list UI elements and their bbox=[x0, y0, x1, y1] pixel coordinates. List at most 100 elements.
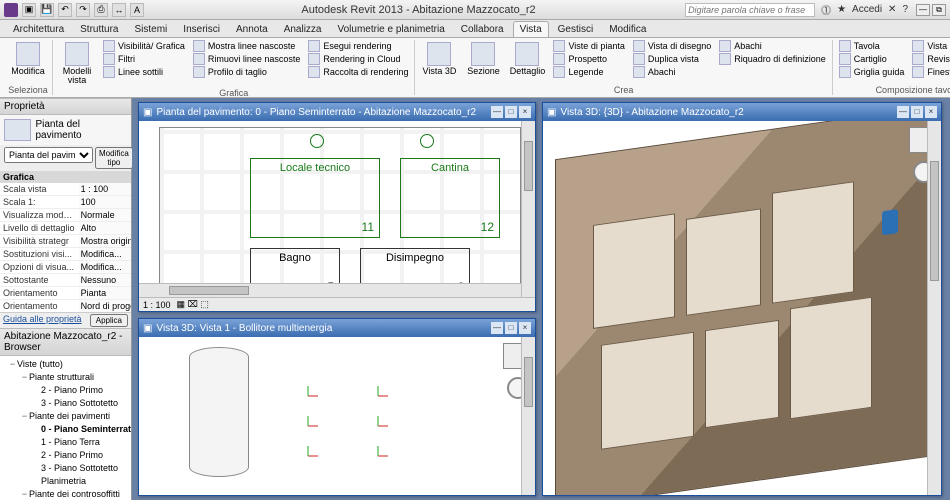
favorite-icon[interactable]: ★ bbox=[837, 4, 846, 15]
tab-struttura[interactable]: Struttura bbox=[73, 21, 125, 37]
ribbon-item[interactable]: Prospetto bbox=[551, 53, 626, 65]
view-status-bar[interactable]: 1 : 100▦ ⌧ ⬚ bbox=[139, 297, 535, 311]
ribbon-item[interactable]: Viste di pianta bbox=[551, 40, 626, 52]
minimize-button[interactable]: — bbox=[916, 4, 930, 16]
qat-undo-icon[interactable]: ↶ bbox=[58, 3, 72, 17]
view-window-3d-main[interactable]: ▣ Vista 3D: {3D} - Abitazione Mazzocato_… bbox=[542, 102, 942, 496]
ribbon-item[interactable]: Visibilità/ Grafica bbox=[101, 40, 187, 52]
subscription-icon[interactable]: ⓵ bbox=[821, 2, 831, 17]
qat-print-icon[interactable]: ⎙ bbox=[94, 3, 108, 17]
3d-canvas[interactable] bbox=[543, 121, 941, 495]
ribbon-item[interactable]: Rendering in Cloud bbox=[306, 53, 410, 65]
property-row[interactable]: Visibilità strategrMostra originale bbox=[0, 235, 131, 248]
tab-annota[interactable]: Annota bbox=[229, 21, 275, 37]
property-row[interactable]: Livello di dettaglioAlto bbox=[0, 222, 131, 235]
maximize-button[interactable]: ⧉ bbox=[932, 4, 946, 16]
tree-item[interactable]: 2 - Piano Primo bbox=[0, 384, 131, 397]
ribbon-item[interactable]: Riquadro di definizione bbox=[717, 53, 828, 65]
tab-modifica[interactable]: Modifica bbox=[602, 21, 653, 37]
type-selector[interactable]: Pianta del pavimento bbox=[0, 115, 131, 145]
ribbon-item[interactable]: Cartiglio bbox=[837, 53, 907, 65]
ribbon-item[interactable]: Linee sottili bbox=[101, 66, 187, 78]
minimize-button[interactable]: — bbox=[897, 106, 909, 118]
scrollbar-vertical[interactable] bbox=[927, 121, 941, 495]
ribbon-big-button[interactable]: Vista 3D bbox=[419, 40, 459, 78]
help-icon[interactable]: ? bbox=[902, 4, 908, 15]
property-row[interactable]: Opzioni di visua...Modifica... bbox=[0, 261, 131, 274]
exchange-icon[interactable]: ✕ bbox=[888, 4, 896, 15]
maximize-button[interactable]: □ bbox=[505, 106, 517, 118]
tab-sistemi[interactable]: Sistemi bbox=[128, 21, 175, 37]
close-button[interactable]: × bbox=[519, 322, 531, 334]
qat-text-icon[interactable]: A bbox=[130, 3, 144, 17]
ribbon-item[interactable]: Esegui rendering bbox=[306, 40, 410, 52]
ribbon-item[interactable]: Vista di disegno bbox=[631, 40, 713, 52]
modelli-vista-button[interactable]: Modelli vista bbox=[57, 40, 97, 87]
property-row[interactable]: Visualizza modelloNormale bbox=[0, 209, 131, 222]
ribbon-item[interactable]: Duplica vista bbox=[631, 53, 713, 65]
properties-help-link[interactable]: Guida alle proprietà bbox=[3, 314, 82, 327]
qat-open-icon[interactable]: ▣ bbox=[22, 3, 36, 17]
scrollbar-horizontal[interactable] bbox=[139, 283, 521, 297]
tab-volumetrie-e-planimetria[interactable]: Volumetrie e planimetria bbox=[331, 21, 452, 37]
tab-collabora[interactable]: Collabora bbox=[454, 21, 511, 37]
ribbon-item[interactable]: Vista bbox=[910, 40, 950, 52]
tab-inserisci[interactable]: Inserisci bbox=[176, 21, 227, 37]
maximize-button[interactable]: □ bbox=[505, 322, 517, 334]
maximize-button[interactable]: □ bbox=[911, 106, 923, 118]
ribbon-item[interactable]: Raccolta di rendering bbox=[306, 66, 410, 78]
property-row[interactable]: Sostituzioni visi...Modifica... bbox=[0, 248, 131, 261]
tree-item[interactable]: Planimetria bbox=[0, 475, 131, 488]
view-window-plan[interactable]: ▣ Pianta del pavimento: 0 - Piano Semint… bbox=[138, 102, 536, 312]
tree-item[interactable]: −Piante dei pavimenti bbox=[0, 410, 131, 423]
ribbon-item[interactable]: Legende bbox=[551, 66, 626, 78]
ribbon-item[interactable]: Filtri bbox=[101, 53, 187, 65]
ribbon-item[interactable]: Tavola bbox=[837, 40, 907, 52]
close-button[interactable]: × bbox=[925, 106, 937, 118]
ribbon-item[interactable]: Finestre di layout bbox=[910, 66, 950, 78]
view-window-3d-bollitore[interactable]: ▣ Vista 3D: Vista 1 - Bollitore multiene… bbox=[138, 318, 536, 496]
property-row[interactable]: OrientamentoNord di progetto bbox=[0, 300, 131, 312]
property-row[interactable]: Scala vista1 : 100 bbox=[0, 183, 131, 196]
scrollbar-vertical[interactable] bbox=[521, 337, 535, 495]
tab-vista[interactable]: Vista bbox=[513, 21, 549, 37]
edit-type-button[interactable]: Modifica tipo bbox=[95, 147, 133, 169]
app-icon[interactable] bbox=[4, 3, 18, 17]
qat-measure-icon[interactable]: ↔ bbox=[112, 3, 126, 17]
ribbon-big-button[interactable]: Sezione bbox=[463, 40, 503, 78]
modifica-button[interactable]: Modifica bbox=[8, 40, 48, 78]
ribbon-item[interactable]: Abachi bbox=[717, 40, 828, 52]
plan-canvas[interactable]: Locale tecnico11 Cantina12 Bagno5 Disimp… bbox=[139, 121, 535, 297]
minimize-button[interactable]: — bbox=[491, 322, 503, 334]
tree-item[interactable]: −Piante dei controsoffitti bbox=[0, 488, 131, 500]
ribbon-item[interactable]: Revisioni bbox=[910, 53, 950, 65]
tree-item[interactable]: −Viste (tutto) bbox=[0, 358, 131, 371]
ribbon-item[interactable]: Mostra linee nascoste bbox=[191, 40, 303, 52]
ribbon-item[interactable]: Profilo di taglio bbox=[191, 66, 303, 78]
qat-redo-icon[interactable]: ↷ bbox=[76, 3, 90, 17]
tree-item[interactable]: 1 - Piano Terra bbox=[0, 436, 131, 449]
tree-item[interactable]: 0 - Piano Seminterrato bbox=[0, 423, 131, 436]
type-dropdown[interactable]: Pianta del pavim bbox=[4, 147, 93, 163]
property-row[interactable]: SottostanteNessuno bbox=[0, 274, 131, 287]
signin-button[interactable]: Accedi bbox=[852, 4, 882, 15]
property-row[interactable]: OrientamentoPianta bbox=[0, 287, 131, 300]
tree-item[interactable]: −Piante strutturali bbox=[0, 371, 131, 384]
search-input[interactable] bbox=[685, 3, 815, 17]
tab-analizza[interactable]: Analizza bbox=[277, 21, 329, 37]
3d-canvas[interactable] bbox=[139, 337, 535, 495]
property-row[interactable]: Scala 1:100 bbox=[0, 196, 131, 209]
tab-architettura[interactable]: Architettura bbox=[6, 21, 71, 37]
project-browser[interactable]: −Viste (tutto)−Piante strutturali2 - Pia… bbox=[0, 356, 131, 500]
apply-button[interactable]: Applica bbox=[90, 314, 128, 327]
ribbon-item[interactable]: Rimuovi linee nascoste bbox=[191, 53, 303, 65]
ribbon-big-button[interactable]: Dettaglio bbox=[507, 40, 547, 78]
minimize-button[interactable]: — bbox=[491, 106, 503, 118]
close-button[interactable]: × bbox=[519, 106, 531, 118]
tab-gestisci[interactable]: Gestisci bbox=[551, 21, 601, 37]
ribbon-item[interactable]: Griglia guida bbox=[837, 66, 907, 78]
scrollbar-vertical[interactable] bbox=[521, 121, 535, 297]
tree-item[interactable]: 3 - Piano Sottotetto bbox=[0, 462, 131, 475]
tree-item[interactable]: 2 - Piano Primo bbox=[0, 449, 131, 462]
qat-save-icon[interactable]: 💾 bbox=[40, 3, 54, 17]
